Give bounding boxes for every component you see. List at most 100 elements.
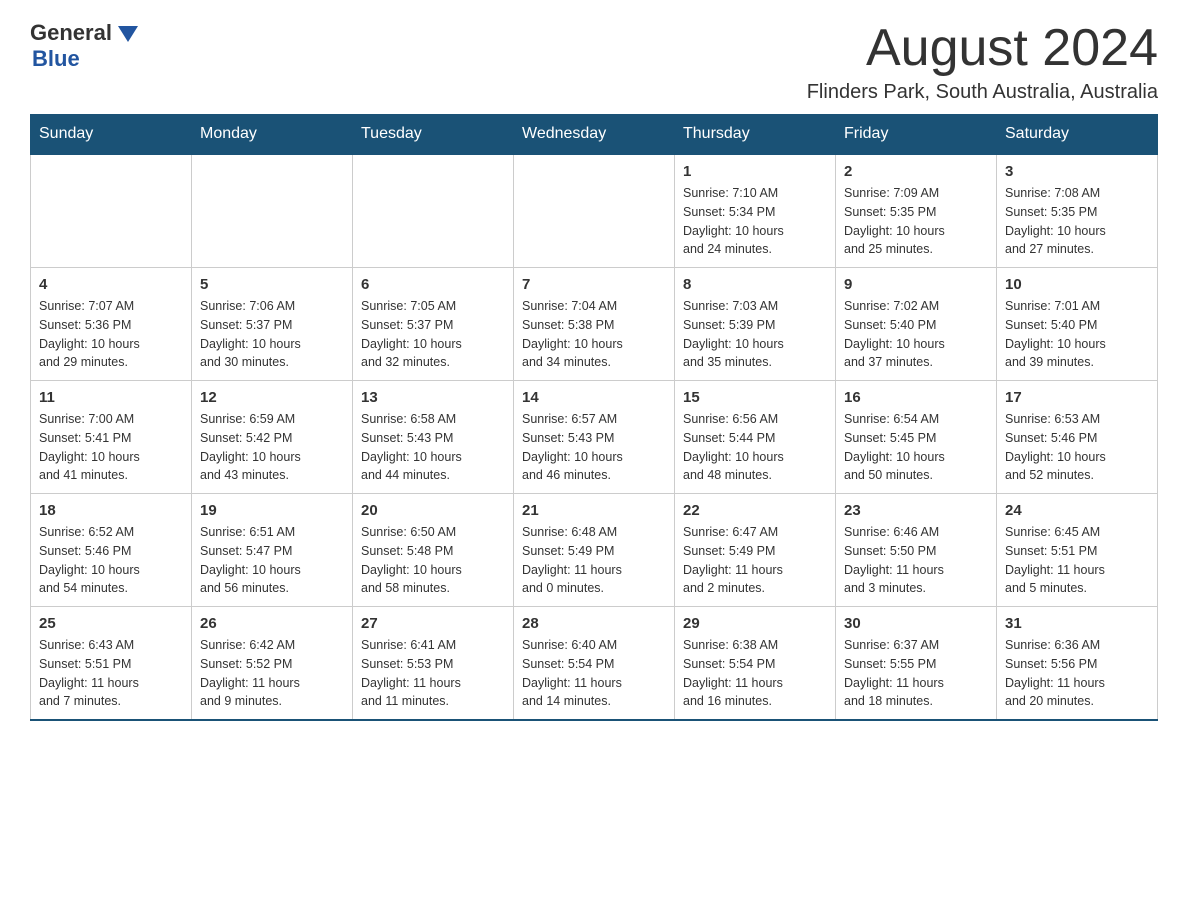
day-info: Sunrise: 6:46 AMSunset: 5:50 PMDaylight:…	[844, 523, 988, 598]
weekday-header-wednesday: Wednesday	[514, 115, 675, 155]
calendar-cell: 20 Sunrise: 6:50 AMSunset: 5:48 PMDayligh…	[353, 494, 514, 607]
calendar-cell: 26Sunrise: 6:42 AMSunset: 5:52 PMDayligh…	[192, 607, 353, 721]
calendar-cell: 29Sunrise: 6:38 AMSunset: 5:54 PMDayligh…	[675, 607, 836, 721]
day-info: Sunrise: 6:36 AMSunset: 5:56 PMDaylight:…	[1005, 636, 1149, 711]
calendar-cell: 24 Sunrise: 6:45 AMSunset: 5:51 PMDayligh…	[997, 494, 1158, 607]
calendar-cell: 16 Sunrise: 6:54 AMSunset: 5:45 PMDayligh…	[836, 381, 997, 494]
day-number: 15	[683, 389, 827, 406]
day-info: Sunrise: 7:02 AMSunset: 5:40 PMDaylight:…	[844, 297, 988, 372]
calendar-cell: 25 Sunrise: 6:43 AMSunset: 5:51 PMDayligh…	[31, 607, 192, 721]
day-number: 9	[844, 276, 988, 293]
day-info: Sunrise: 7:00 AMSunset: 5:41 PMDaylight:…	[39, 410, 183, 485]
calendar-cell: 3 Sunrise: 7:08 AMSunset: 5:35 PMDaylight…	[997, 154, 1158, 268]
day-number: 8	[683, 276, 827, 293]
logo: General Blue	[30, 20, 138, 72]
calendar-cell: 21 Sunrise: 6:48 AMSunset: 5:49 PMDayligh…	[514, 494, 675, 607]
calendar-cell: 6Sunrise: 7:05 AMSunset: 5:37 PMDaylight…	[353, 268, 514, 381]
day-info: Sunrise: 6:58 AMSunset: 5:43 PMDaylight:…	[361, 410, 505, 485]
day-info: Sunrise: 6:54 AMSunset: 5:45 PMDaylight:…	[844, 410, 988, 485]
day-info: Sunrise: 6:59 AMSunset: 5:42 PMDaylight:…	[200, 410, 344, 485]
calendar-week-row: 18 Sunrise: 6:52 AMSunset: 5:46 PMDayligh…	[31, 494, 1158, 607]
page-header: General Blue August 2024 Flinders Park, …	[30, 20, 1158, 104]
day-number: 21	[522, 502, 666, 519]
day-info: Sunrise: 7:04 AMSunset: 5:38 PMDaylight:…	[522, 297, 666, 372]
calendar-week-row: 11 Sunrise: 7:00 AMSunset: 5:41 PMDayligh…	[31, 381, 1158, 494]
day-number: 4	[39, 276, 183, 293]
day-info: Sunrise: 6:48 AMSunset: 5:49 PMDaylight:…	[522, 523, 666, 598]
calendar-cell: 14 Sunrise: 6:57 AMSunset: 5:43 PMDayligh…	[514, 381, 675, 494]
day-number: 11	[39, 389, 183, 406]
day-number: 16	[844, 389, 988, 406]
day-info: Sunrise: 6:41 AMSunset: 5:53 PMDaylight:…	[361, 636, 505, 711]
calendar-cell: 13Sunrise: 6:58 AMSunset: 5:43 PMDayligh…	[353, 381, 514, 494]
day-info: Sunrise: 6:53 AMSunset: 5:46 PMDaylight:…	[1005, 410, 1149, 485]
logo-general-text: General	[30, 20, 112, 46]
calendar-cell	[353, 154, 514, 268]
calendar-cell: 2Sunrise: 7:09 AMSunset: 5:35 PMDaylight…	[836, 154, 997, 268]
day-number: 27	[361, 615, 505, 632]
day-number: 25	[39, 615, 183, 632]
day-number: 12	[200, 389, 344, 406]
day-info: Sunrise: 7:10 AMSunset: 5:34 PMDaylight:…	[683, 184, 827, 259]
calendar-cell: 11 Sunrise: 7:00 AMSunset: 5:41 PMDayligh…	[31, 381, 192, 494]
day-number: 3	[1005, 163, 1149, 180]
day-number: 28	[522, 615, 666, 632]
day-info: Sunrise: 6:43 AMSunset: 5:51 PMDaylight:…	[39, 636, 183, 711]
calendar-cell: 27 Sunrise: 6:41 AMSunset: 5:53 PMDayligh…	[353, 607, 514, 721]
day-number: 24	[1005, 502, 1149, 519]
calendar-week-row: 25 Sunrise: 6:43 AMSunset: 5:51 PMDayligh…	[31, 607, 1158, 721]
calendar-cell: 17 Sunrise: 6:53 AMSunset: 5:46 PMDayligh…	[997, 381, 1158, 494]
day-number: 14	[522, 389, 666, 406]
day-number: 7	[522, 276, 666, 293]
logo-blue-text: Blue	[32, 46, 80, 72]
day-info: Sunrise: 6:52 AMSunset: 5:46 PMDaylight:…	[39, 523, 183, 598]
day-info: Sunrise: 7:01 AMSunset: 5:40 PMDaylight:…	[1005, 297, 1149, 372]
calendar-cell: 28Sunrise: 6:40 AMSunset: 5:54 PMDayligh…	[514, 607, 675, 721]
day-info: Sunrise: 7:06 AMSunset: 5:37 PMDaylight:…	[200, 297, 344, 372]
day-number: 10	[1005, 276, 1149, 293]
month-title: August 2024	[807, 20, 1158, 77]
calendar-header-row: SundayMondayTuesdayWednesdayThursdayFrid…	[31, 115, 1158, 155]
day-info: Sunrise: 7:05 AMSunset: 5:37 PMDaylight:…	[361, 297, 505, 372]
calendar-cell: 4 Sunrise: 7:07 AMSunset: 5:36 PMDaylight…	[31, 268, 192, 381]
logo-triangle-icon	[118, 26, 138, 42]
weekday-header-thursday: Thursday	[675, 115, 836, 155]
day-info: Sunrise: 7:03 AMSunset: 5:39 PMDaylight:…	[683, 297, 827, 372]
weekday-header-monday: Monday	[192, 115, 353, 155]
day-info: Sunrise: 6:51 AMSunset: 5:47 PMDaylight:…	[200, 523, 344, 598]
calendar-cell: 7 Sunrise: 7:04 AMSunset: 5:38 PMDaylight…	[514, 268, 675, 381]
weekday-header-friday: Friday	[836, 115, 997, 155]
day-info: Sunrise: 6:45 AMSunset: 5:51 PMDaylight:…	[1005, 523, 1149, 598]
calendar-cell: 8 Sunrise: 7:03 AMSunset: 5:39 PMDaylight…	[675, 268, 836, 381]
day-info: Sunrise: 6:50 AMSunset: 5:48 PMDaylight:…	[361, 523, 505, 598]
calendar-cell: 22Sunrise: 6:47 AMSunset: 5:49 PMDayligh…	[675, 494, 836, 607]
title-area: August 2024 Flinders Park, South Austral…	[807, 20, 1158, 104]
day-number: 17	[1005, 389, 1149, 406]
weekday-header-sunday: Sunday	[31, 115, 192, 155]
day-number: 5	[200, 276, 344, 293]
calendar-cell: 5 Sunrise: 7:06 AMSunset: 5:37 PMDaylight…	[192, 268, 353, 381]
day-number: 26	[200, 615, 344, 632]
calendar-week-row: 1Sunrise: 7:10 AMSunset: 5:34 PMDaylight…	[31, 154, 1158, 268]
day-number: 2	[844, 163, 988, 180]
calendar-cell: 15 Sunrise: 6:56 AMSunset: 5:44 PMDayligh…	[675, 381, 836, 494]
day-info: Sunrise: 6:37 AMSunset: 5:55 PMDaylight:…	[844, 636, 988, 711]
day-number: 31	[1005, 615, 1149, 632]
calendar-cell: 23 Sunrise: 6:46 AMSunset: 5:50 PMDayligh…	[836, 494, 997, 607]
calendar-cell: 12 Sunrise: 6:59 AMSunset: 5:42 PMDayligh…	[192, 381, 353, 494]
weekday-header-tuesday: Tuesday	[353, 115, 514, 155]
day-number: 29	[683, 615, 827, 632]
calendar-cell	[192, 154, 353, 268]
day-number: 20	[361, 502, 505, 519]
day-number: 23	[844, 502, 988, 519]
day-info: Sunrise: 6:57 AMSunset: 5:43 PMDaylight:…	[522, 410, 666, 485]
day-info: Sunrise: 7:07 AMSunset: 5:36 PMDaylight:…	[39, 297, 183, 372]
day-info: Sunrise: 7:08 AMSunset: 5:35 PMDaylight:…	[1005, 184, 1149, 259]
calendar-cell: 18 Sunrise: 6:52 AMSunset: 5:46 PMDayligh…	[31, 494, 192, 607]
day-info: Sunrise: 6:47 AMSunset: 5:49 PMDaylight:…	[683, 523, 827, 598]
day-info: Sunrise: 6:56 AMSunset: 5:44 PMDaylight:…	[683, 410, 827, 485]
calendar-cell: 31 Sunrise: 6:36 AMSunset: 5:56 PMDayligh…	[997, 607, 1158, 721]
location-title: Flinders Park, South Australia, Australi…	[807, 81, 1158, 104]
calendar-cell: 1Sunrise: 7:10 AMSunset: 5:34 PMDaylight…	[675, 154, 836, 268]
day-number: 18	[39, 502, 183, 519]
